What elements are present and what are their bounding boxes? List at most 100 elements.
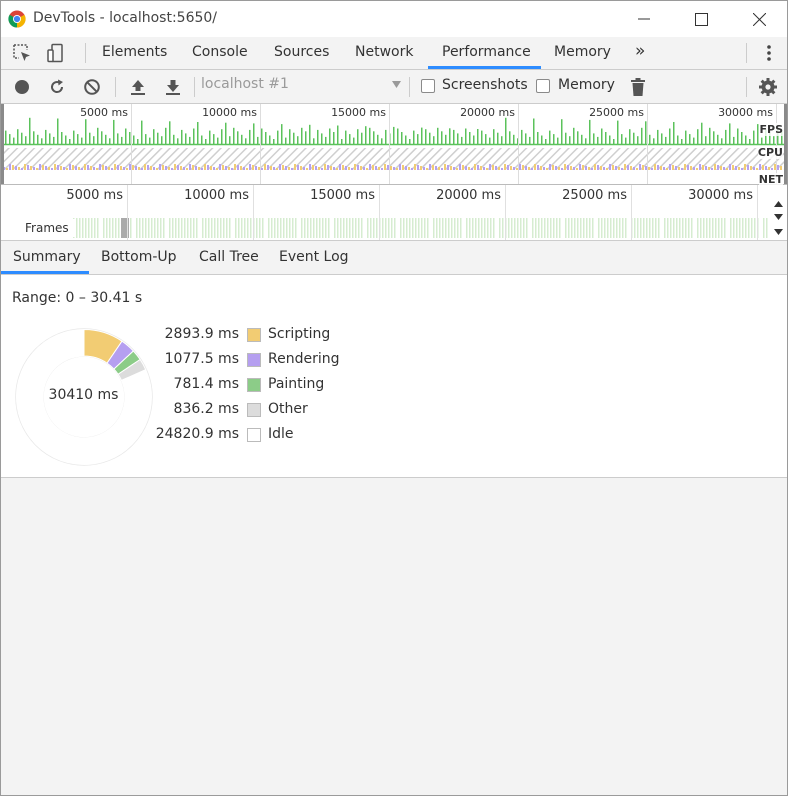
load-profile-button[interactable] xyxy=(128,77,148,97)
tab-elements[interactable]: Elements xyxy=(102,44,167,60)
inspect-element-button[interactable] xyxy=(11,43,33,63)
legend-row-other: 836.2 ms Other xyxy=(141,401,401,421)
details-tab-bar: Summary Bottom-Up Call Tree Event Log xyxy=(1,241,787,275)
overview-tick-label: 10000 ms xyxy=(202,106,257,119)
profile-select[interactable]: localhost #1 xyxy=(201,76,405,96)
device-toolbar-button[interactable] xyxy=(45,43,67,63)
fps-bars xyxy=(5,117,783,144)
perf-toolbar-divider-4 xyxy=(746,77,747,97)
range-text: Range: 0 – 30.41 s xyxy=(12,290,143,306)
legend-swatch-scripting xyxy=(247,328,261,342)
overview-tick-label: 20000 ms xyxy=(460,106,515,119)
record-button[interactable] xyxy=(12,77,32,97)
cpu-lane-label: CPU xyxy=(757,146,783,159)
timeline-tick-label: 25000 ms xyxy=(562,188,627,203)
gear-icon xyxy=(759,78,777,96)
toolbar-divider-right xyxy=(746,43,747,63)
legend-name: Scripting xyxy=(268,326,331,342)
legend-swatch-rendering xyxy=(247,353,261,367)
legend-name: Painting xyxy=(268,376,325,392)
pie-total: 30410 ms xyxy=(48,387,119,403)
tab-bottom-up[interactable]: Bottom-Up xyxy=(101,249,177,265)
maximize-icon xyxy=(694,12,708,26)
scroll-down-icon[interactable] xyxy=(774,229,783,235)
active-tab-indicator xyxy=(428,66,541,69)
record-icon xyxy=(15,80,29,94)
frames-track-label: Frames xyxy=(19,219,75,237)
overview-tick-label: 25000 ms xyxy=(589,106,644,119)
fps-lane-label: FPS xyxy=(759,123,783,136)
tab-console[interactable]: Console xyxy=(192,44,248,60)
frame-bars xyxy=(73,218,768,238)
memory-checkbox[interactable] xyxy=(536,79,550,93)
legend-value: 836.2 ms xyxy=(173,401,239,417)
device-mode-icon xyxy=(47,43,63,63)
scroll-down-icon[interactable] xyxy=(774,214,783,220)
clear-button[interactable] xyxy=(82,77,102,97)
selection-handle-left[interactable] xyxy=(1,104,4,184)
overview-tick-label: 30000 ms xyxy=(718,106,773,119)
legend-name: Idle xyxy=(268,426,294,442)
timeline-tick-label: 10000 ms xyxy=(184,188,249,203)
scroll-up-icon[interactable] xyxy=(774,201,783,207)
screenshots-label: Screenshots xyxy=(442,77,528,93)
collect-garbage-button[interactable] xyxy=(628,77,648,97)
devtools-window: DevTools - localhost:5650/ Elements Cons… xyxy=(0,0,788,796)
legend-name: Other xyxy=(268,401,308,417)
perf-toolbar-divider-2 xyxy=(194,77,195,97)
kebab-menu-icon xyxy=(767,45,771,61)
timeline-tick-label: 20000 ms xyxy=(436,188,501,203)
reload-record-button[interactable] xyxy=(47,77,67,97)
minimize-button[interactable] xyxy=(621,5,667,33)
legend-row-rendering: 1077.5 ms Rendering xyxy=(141,351,401,371)
tab-call-tree[interactable]: Call Tree xyxy=(199,249,259,265)
selection-handle-right[interactable] xyxy=(784,104,787,184)
timeline-overview[interactable]: 5000 ms 10000 ms 15000 ms 20000 ms 25000 ms 3… xyxy=(1,104,787,186)
title-bar: DevTools - localhost:5650/ xyxy=(1,1,787,37)
memory-label: Memory xyxy=(558,77,615,93)
summary-panel: Range: 0 – 30.41 s 30410 ms 2893.9 ms Sc… xyxy=(1,275,787,478)
tab-memory[interactable]: Memory xyxy=(554,44,611,60)
timeline-tick-label: 30000 ms xyxy=(688,188,753,203)
timeline-tick-label: 5000 ms xyxy=(66,188,123,203)
legend-swatch-other xyxy=(247,403,261,417)
perf-toolbar-divider xyxy=(115,77,116,97)
legend-value: 781.4 ms xyxy=(173,376,239,392)
legend-row-scripting: 2893.9 ms Scripting xyxy=(141,326,401,346)
more-tabs-button[interactable]: » xyxy=(635,41,645,61)
chevron-down-icon xyxy=(392,81,401,88)
main-tab-bar: Elements Console Sources Network Perform… xyxy=(1,37,787,70)
flame-chart-area[interactable]: 5000 ms 10000 ms 15000 ms 20000 ms 25000 ms 3… xyxy=(1,185,787,241)
reload-icon xyxy=(51,79,64,93)
tab-sources[interactable]: Sources xyxy=(274,44,329,60)
clear-icon xyxy=(84,79,100,95)
active-subtab-indicator xyxy=(1,271,89,274)
legend-value: 2893.9 ms xyxy=(164,326,239,342)
tab-event-log[interactable]: Event Log xyxy=(279,249,349,265)
legend-value: 24820.9 ms xyxy=(155,426,239,442)
download-icon xyxy=(166,80,180,95)
legend-swatch-painting xyxy=(247,378,261,392)
customize-menu-button[interactable] xyxy=(758,43,780,63)
minimize-icon xyxy=(638,18,650,20)
capture-settings-button[interactable] xyxy=(758,77,778,97)
legend-row-idle: 24820.9 ms Idle xyxy=(141,426,401,446)
legend-value: 1077.5 ms xyxy=(164,351,239,367)
screenshots-checkbox[interactable] xyxy=(421,79,435,93)
tab-summary[interactable]: Summary xyxy=(13,249,81,265)
legend-row-painting: 781.4 ms Painting xyxy=(141,376,401,396)
tab-performance[interactable]: Performance xyxy=(442,44,531,60)
tab-network[interactable]: Network xyxy=(355,44,413,60)
maximize-button[interactable] xyxy=(678,5,724,33)
timeline-tick-label: 15000 ms xyxy=(310,188,375,203)
inspect-cursor-icon xyxy=(13,44,30,61)
close-icon xyxy=(752,12,766,26)
legend-swatch-idle xyxy=(247,428,261,442)
save-profile-button[interactable] xyxy=(163,77,183,97)
close-window-button[interactable] xyxy=(736,5,782,33)
toolbar-divider xyxy=(85,43,86,63)
overview-tick-label: 15000 ms xyxy=(331,106,386,119)
window-title: DevTools - localhost:5650/ xyxy=(33,10,218,26)
legend-name: Rendering xyxy=(268,351,340,367)
perf-toolbar-divider-3 xyxy=(409,77,410,97)
